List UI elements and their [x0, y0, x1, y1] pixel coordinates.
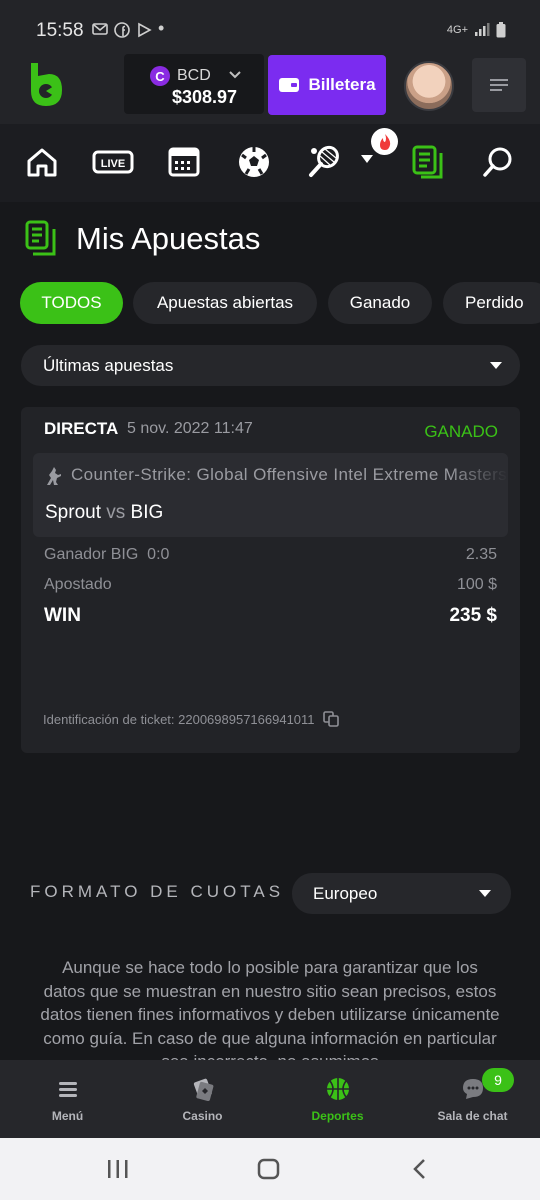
disclaimer-text: Aunque se hace todo lo posible para gara… [40, 958, 500, 1060]
bet-date: 5 nov. 2022 11:47 [127, 420, 253, 437]
system-navigation-bar [0, 1138, 540, 1200]
wallet-icon [279, 78, 300, 92]
network-type: 4G+ [446, 24, 468, 36]
signal-icon [475, 23, 490, 36]
side-menu-button[interactable] [472, 58, 526, 112]
bet-status-badge: GANADO [424, 422, 498, 441]
tab-chat-label: Sala de chat [437, 1109, 508, 1123]
status-right-icons: 4G+ [447, 22, 506, 38]
page-header: Mis Apuestas [24, 220, 260, 258]
caret-down-icon [490, 362, 502, 369]
chat-bubble-icon [462, 1079, 483, 1099]
bet-market: Ganador BIG 0:0 [44, 546, 170, 563]
my-bets-title-icon [25, 220, 56, 256]
selection-row: Ganador BIG 0:0 2.35 [44, 546, 497, 564]
win-row: WIN 235 $ [44, 605, 497, 627]
chevron-down-icon [229, 71, 241, 79]
bet-odds: 2.35 [465, 546, 497, 563]
casino-cards-icon [193, 1078, 213, 1101]
filter-chip-won[interactable]: Ganado [328, 282, 432, 324]
tab-menu[interactable]: Menú [0, 1060, 135, 1138]
chat-unread-badge: 9 [482, 1068, 514, 1092]
tab-sports[interactable]: Deportes [270, 1060, 405, 1138]
battery-icon [496, 22, 506, 38]
svg-text:LIVE: LIVE [101, 158, 125, 170]
back-icon[interactable] [410, 1158, 430, 1180]
home-icon[interactable] [24, 144, 60, 180]
soccer-ball-icon[interactable] [236, 144, 272, 180]
hot-badge[interactable] [371, 128, 398, 155]
facebook-icon [114, 22, 130, 38]
currency-code: BCD [177, 67, 211, 84]
my-bets-icon[interactable] [410, 144, 446, 180]
bc-game-logo[interactable] [28, 62, 64, 108]
filter-chip-open[interactable]: Apuestas abiertas [133, 282, 317, 324]
period-select-value: Últimas apuestas [43, 355, 174, 375]
tab-chat[interactable]: Sala de chat [405, 1060, 540, 1138]
tennis-icon[interactable] [306, 144, 342, 180]
stake-label: Apostado [44, 576, 112, 593]
team-home: Sprout [45, 502, 101, 523]
counter-strike-icon [47, 467, 61, 485]
bet-type: DIRECTA [44, 419, 119, 438]
tab-casino[interactable]: Casino [135, 1060, 270, 1138]
bcd-coin-icon: C [150, 66, 170, 86]
win-label: WIN [44, 605, 81, 626]
league-name: Counter-Strike: Global Offensive Intel E… [71, 465, 508, 484]
hamburger-icon [58, 1082, 77, 1097]
match-info[interactable]: Counter-Strike: Global Offensive Intel E… [33, 453, 508, 537]
sports-dropdown-arrow[interactable] [360, 154, 374, 164]
home-button-icon[interactable] [257, 1158, 281, 1180]
wallet-label: Billetera [308, 75, 376, 94]
recent-apps-icon[interactable] [106, 1159, 130, 1179]
tab-menu-label: Menú [51, 1109, 84, 1123]
tab-sports-label: Deportes [311, 1109, 364, 1123]
fire-icon [379, 133, 390, 150]
mail-icon [92, 23, 108, 35]
stake-value: 100 $ [456, 576, 497, 593]
basketball-icon [326, 1078, 349, 1100]
app-header: C BCD $308.97 Billetera [0, 46, 540, 124]
wallet-button[interactable]: Billetera [268, 55, 386, 115]
sports-nav: LIVE [0, 124, 540, 202]
bet-card[interactable]: DIRECTA 5 nov. 2022 11:47 GANADO Counter… [21, 407, 520, 753]
calendar-icon[interactable] [166, 144, 202, 180]
win-value: 235 $ [449, 605, 497, 626]
tab-casino-label: Casino [182, 1109, 223, 1123]
odds-format-value: Europeo [313, 883, 378, 903]
versus-label: vs [106, 502, 126, 523]
period-select[interactable]: Últimas apuestas [21, 345, 520, 386]
balance-amount: $308.97 [172, 87, 238, 107]
odds-format-label: FORMATO DE CUOTAS [30, 882, 285, 901]
stake-row: Apostado 100 $ [44, 576, 497, 594]
page-title: Mis Apuestas [76, 221, 261, 256]
play-store-icon [138, 22, 152, 38]
bottom-tab-bar: Menú Casino Deportes Sala de chat [0, 1060, 540, 1138]
ticket-id-text: Identificación de ticket: 22006989571669… [43, 711, 315, 727]
filter-chip-all[interactable]: TODOS [20, 282, 123, 324]
menu-lines-icon [490, 79, 508, 91]
balance-selector[interactable]: C BCD $308.97 [124, 54, 264, 114]
user-avatar[interactable] [404, 61, 454, 111]
status-bar: 15:58 • 4G+ [0, 0, 540, 46]
match-teams: Sprout vs BIG [45, 502, 163, 524]
team-away: BIG [130, 502, 164, 523]
status-time: 15:58 [36, 20, 84, 41]
more-notifications-dot: • [158, 18, 165, 38]
status-notification-icons: • [92, 18, 165, 38]
filter-chip-lost[interactable]: Perdido [443, 282, 540, 324]
search-icon[interactable] [480, 144, 516, 180]
bet-filter-tabs: TODOS Apuestas abiertas Ganado Perdido [20, 282, 540, 324]
odds-format-select[interactable]: Europeo [292, 873, 511, 914]
ticket-id: Identificación de ticket: 22006989571669… [43, 711, 339, 727]
copy-icon[interactable] [322, 711, 339, 727]
caret-down-icon [479, 890, 491, 897]
live-icon[interactable]: LIVE [92, 144, 134, 180]
